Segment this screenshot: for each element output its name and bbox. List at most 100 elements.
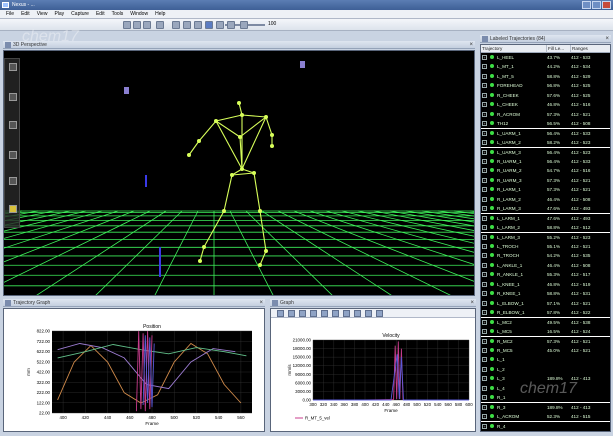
visibility-dot-icon[interactable]: [490, 281, 494, 286]
expand-icon[interactable]: +: [482, 140, 487, 146]
trajectory-row[interactable]: + R_MC5 45.0% 412 - 521: [481, 345, 610, 356]
add-icon[interactable]: [321, 310, 328, 317]
expand-icon[interactable]: +: [482, 423, 487, 429]
expand-icon[interactable]: +: [482, 357, 487, 363]
save-icon[interactable]: [143, 21, 151, 29]
menu-item-2[interactable]: View: [37, 11, 48, 17]
trajectory-row[interactable]: + L_LARM_3 55.2% 412 - 523: [481, 232, 610, 242]
trajectory-row[interactable]: + R_LARM_2 46.4% 412 - 508: [481, 194, 610, 205]
visibility-dot-icon[interactable]: [490, 366, 494, 371]
visibility-dot-icon[interactable]: [490, 149, 494, 154]
column-header-fill[interactable]: Fill Le...: [547, 45, 571, 53]
list-icon[interactable]: [365, 310, 372, 317]
visibility-dot-icon[interactable]: [490, 206, 494, 211]
step-forward-icon[interactable]: [216, 21, 224, 29]
skip-start-icon[interactable]: [172, 21, 180, 29]
visibility-dot-icon[interactable]: [490, 111, 494, 116]
expand-icon[interactable]: +: [482, 291, 487, 297]
menu-item-6[interactable]: Tools: [112, 11, 124, 17]
trajectory-row[interactable]: + R_MC2 57.3% 412 - 521: [481, 336, 610, 346]
lock-icon[interactable]: [9, 205, 17, 213]
trajectory-row[interactable]: + L_MC5 16.5% 412 - 524: [481, 327, 610, 337]
graph-settings-icon[interactable]: [277, 310, 284, 317]
expand-icon[interactable]: +: [482, 281, 487, 287]
visibility-dot-icon[interactable]: [490, 187, 494, 192]
marker-ra[interactable]: [264, 249, 268, 253]
expand-icon[interactable]: +: [482, 83, 487, 89]
expand-icon[interactable]: +: [482, 385, 487, 391]
column-header-trajectory[interactable]: Trajectory: [481, 45, 547, 53]
visibility-dot-icon[interactable]: [490, 73, 494, 78]
expand-icon[interactable]: +: [482, 310, 487, 316]
column-header-ranges[interactable]: Ranges: [571, 45, 610, 53]
trajectory-row[interactable]: + L_LARM_1 47.6% 412 - 493: [481, 213, 610, 223]
trajectory-row[interactable]: + R_1: [481, 393, 610, 403]
trajectory-row[interactable]: + R_LARM_1 57.3% 412 - 521: [481, 185, 610, 195]
expand-icon[interactable]: +: [482, 338, 487, 344]
expand-icon[interactable]: +: [482, 395, 487, 401]
visibility-dot-icon[interactable]: [490, 55, 494, 59]
visibility-dot-icon[interactable]: [490, 83, 494, 88]
trajectory-row[interactable]: + R_KNEE_1 58.8% 412 - 531: [481, 289, 610, 299]
visibility-dot-icon[interactable]: [490, 414, 494, 419]
camera-icon[interactable]: [9, 177, 17, 185]
menu-item-8[interactable]: Help: [155, 11, 165, 17]
step-back-icon[interactable]: [183, 21, 191, 29]
visibility-dot-icon[interactable]: [490, 121, 494, 126]
visibility-dot-icon[interactable]: [490, 177, 494, 182]
marker-rh[interactable]: [270, 144, 274, 148]
visibility-dot-icon[interactable]: [490, 64, 494, 69]
zoom-icon[interactable]: [288, 310, 295, 317]
trajectory-row[interactable]: + L_HEEL 43.7% 412 - 533: [481, 53, 610, 63]
close-icon[interactable]: ×: [469, 41, 473, 49]
marker-ls[interactable]: [214, 119, 218, 123]
expand-icon[interactable]: +: [482, 102, 487, 108]
expand-icon[interactable]: +: [482, 168, 487, 174]
grid-icon[interactable]: [354, 310, 361, 317]
trajectory-row[interactable]: + L_TROCH 55.1% 412 - 521: [481, 242, 610, 252]
expand-icon[interactable]: +: [482, 158, 487, 164]
close-icon[interactable]: ×: [605, 35, 609, 43]
menu-item-0[interactable]: File: [6, 11, 14, 17]
visibility-dot-icon[interactable]: [490, 244, 494, 248]
visibility-dot-icon[interactable]: [490, 404, 494, 409]
marker-pel[interactable]: [240, 167, 244, 171]
pin-icon[interactable]: [5, 300, 11, 306]
expand-icon[interactable]: +: [482, 149, 487, 155]
visibility-dot-icon[interactable]: [490, 423, 494, 428]
camera-icon[interactable]: [300, 61, 305, 68]
open-icon[interactable]: [133, 21, 141, 29]
expand-icon[interactable]: +: [482, 73, 487, 79]
trajectory-row[interactable]: + R_ANKLE_1 55.3% 412 - 517: [481, 270, 610, 280]
expand-icon[interactable]: +: [482, 234, 487, 240]
visibility-dot-icon[interactable]: [490, 338, 494, 343]
velocity-chart[interactable]: Velocity 21000.00 18000.00 15000.00 12000.00…: [271, 318, 477, 433]
zoom-tool-icon[interactable]: [9, 151, 17, 159]
expand-icon[interactable]: +: [482, 196, 487, 202]
menu-item-4[interactable]: Capture: [71, 11, 89, 17]
skip-end-icon[interactable]: [227, 21, 235, 29]
expand-icon[interactable]: +: [482, 215, 487, 221]
expand-icon[interactable]: +: [482, 253, 487, 259]
trajectory-row[interactable]: + R_UARM_3 57.3% 412 - 521: [481, 175, 610, 186]
marker-lk[interactable]: [222, 209, 226, 213]
expand-icon[interactable]: +: [482, 262, 487, 268]
visibility-dot-icon[interactable]: [490, 215, 494, 220]
play-icon[interactable]: [205, 21, 213, 29]
trajectory-row[interactable]: + L_MC2 49.5% 412 - 538: [481, 317, 610, 327]
expand-icon[interactable]: +: [482, 121, 487, 127]
trajectory-row[interactable]: + R_ELBOW_1 57.8% 412 - 522: [481, 308, 610, 318]
marker-rk[interactable]: [258, 209, 262, 213]
visibility-dot-icon[interactable]: [490, 376, 494, 381]
marker-neck[interactable]: [240, 113, 244, 117]
visibility-dot-icon[interactable]: [490, 196, 494, 201]
layout-icon[interactable]: [343, 310, 350, 317]
camera-icon[interactable]: [124, 87, 129, 94]
marker-lh[interactable]: [187, 153, 191, 157]
visibility-dot-icon[interactable]: [490, 272, 494, 277]
expand-icon[interactable]: +: [482, 64, 487, 70]
close-icon[interactable]: ×: [259, 299, 263, 307]
visibility-dot-icon[interactable]: [490, 102, 494, 107]
select-tool-icon[interactable]: [9, 63, 17, 71]
marker-la[interactable]: [202, 245, 206, 249]
